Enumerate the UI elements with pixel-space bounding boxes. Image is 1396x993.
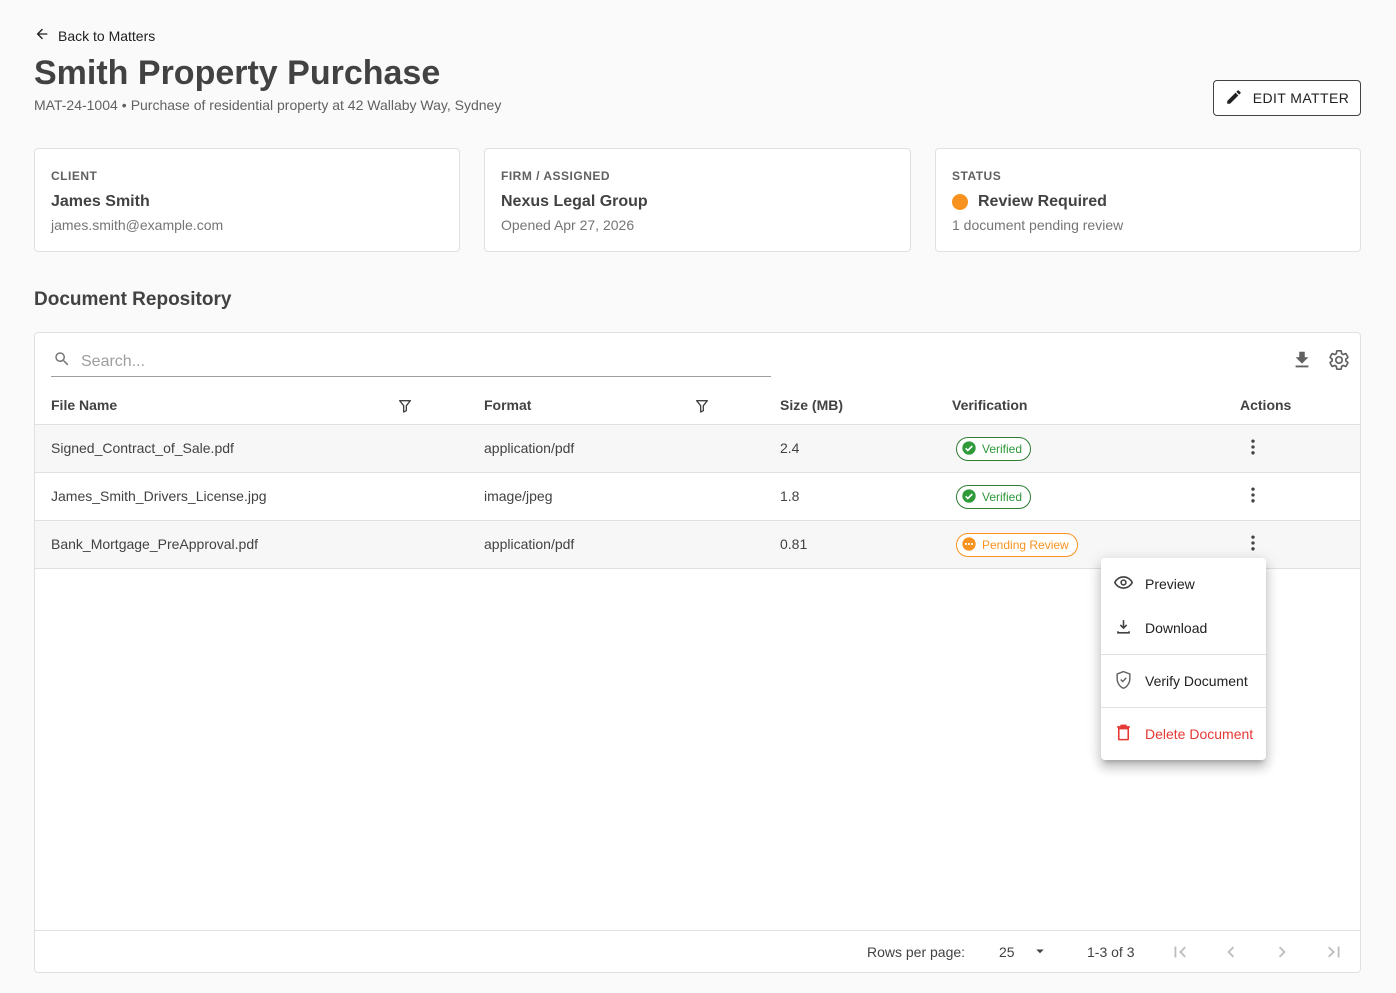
firm-card-label: FIRM / ASSIGNED xyxy=(501,169,611,183)
search-box xyxy=(51,347,771,377)
file-name-cell: Signed_Contract_of_Sale.pdf xyxy=(51,440,234,456)
status-badge: Pending Review xyxy=(956,533,1078,557)
menu-item-delete[interactable]: Delete Document xyxy=(1101,712,1266,756)
status-detail: 1 document pending review xyxy=(952,217,1124,233)
menu-item-download[interactable]: Download xyxy=(1101,606,1266,650)
menu-item-label: Verify Document xyxy=(1145,673,1248,689)
size-cell: 1.8 xyxy=(780,488,800,504)
grid-pagination: Rows per page: 25 1-3 of 3 xyxy=(35,930,1360,972)
check-circle-icon xyxy=(961,440,977,459)
format-cell: application/pdf xyxy=(484,536,575,552)
status-text: Review Required xyxy=(978,193,1107,210)
next-page-button[interactable] xyxy=(1271,941,1293,963)
status-badge-label: Pending Review xyxy=(982,538,1069,552)
pagination-range: 1-3 of 3 xyxy=(1087,944,1135,960)
format-cell: image/jpeg xyxy=(484,488,553,504)
last-page-icon xyxy=(1323,946,1345,967)
back-to-matters-link[interactable]: Back to Matters xyxy=(34,26,155,45)
grid-header-row: File Name Format Size (MB) Verification … xyxy=(35,385,1360,425)
status-card: STATUS Review Required 1 document pendin… xyxy=(935,148,1361,252)
menu-item-preview[interactable]: Preview xyxy=(1101,562,1266,606)
pencil-icon xyxy=(1225,88,1243,109)
table-row[interactable]: Signed_Contract_of_Sale.pdf application/… xyxy=(35,425,1360,473)
file-name-cell: Bank_Mortgage_PreApproval.pdf xyxy=(51,536,259,552)
column-header-actions: Actions xyxy=(1240,397,1292,413)
menu-item-label: Download xyxy=(1145,620,1208,636)
subtitle-separator: • xyxy=(121,97,127,113)
eye-icon xyxy=(1113,573,1134,595)
opened-date: Opened Apr 27, 2026 xyxy=(501,217,635,233)
column-header-format[interactable]: Format xyxy=(484,397,531,413)
edit-matter-button[interactable]: EDIT MATTER xyxy=(1213,80,1361,116)
download-icon xyxy=(1291,351,1313,375)
matter-subtitle: MAT-24-1004 • Purchase of residential prop… xyxy=(34,97,501,113)
table-row[interactable]: James_Smith_Drivers_License.jpg image/jp… xyxy=(35,473,1360,521)
settings-button[interactable] xyxy=(1328,349,1350,371)
previous-page-button[interactable] xyxy=(1220,941,1242,963)
more-vert-icon xyxy=(1243,485,1263,510)
filter-icon[interactable] xyxy=(694,398,710,414)
firm-card: FIRM / ASSIGNED Nexus Legal Group Opened… xyxy=(484,148,911,252)
menu-item-label: Preview xyxy=(1145,576,1195,592)
more-vert-icon xyxy=(1243,533,1263,558)
page-title: Smith Property Purchase xyxy=(34,54,441,92)
shield-check-icon xyxy=(1114,670,1133,692)
check-circle-icon xyxy=(961,488,977,507)
client-email: james.smith@example.com xyxy=(51,217,224,233)
edit-matter-label: EDIT MATTER xyxy=(1252,90,1350,106)
status-badge: Verified xyxy=(956,437,1032,461)
client-card-label: CLIENT xyxy=(51,169,98,183)
search-input[interactable] xyxy=(81,352,741,371)
column-header-size[interactable]: Size (MB) xyxy=(780,397,843,413)
client-card: CLIENT James Smith james.smith@example.c… xyxy=(34,148,460,252)
row-actions-button[interactable] xyxy=(1243,438,1263,460)
column-header-file-name[interactable]: File Name xyxy=(51,397,117,413)
format-cell: application/pdf xyxy=(484,440,575,456)
back-link-label: Back to Matters xyxy=(58,27,156,44)
menu-divider xyxy=(1101,707,1266,708)
menu-item-verify[interactable]: Verify Document xyxy=(1101,659,1266,703)
column-header-verification[interactable]: Verification xyxy=(952,397,1027,413)
export-button[interactable] xyxy=(1291,349,1313,371)
trash-icon xyxy=(1114,723,1133,745)
status-card-label: STATUS xyxy=(952,169,1002,183)
first-page-icon xyxy=(1169,946,1191,967)
size-cell: 0.81 xyxy=(780,536,808,552)
size-cell: 2.4 xyxy=(780,440,800,456)
last-page-button[interactable] xyxy=(1323,941,1345,963)
section-title: Document Repository xyxy=(34,289,232,310)
status-badge-label: Verified xyxy=(982,442,1023,456)
status-dot-icon xyxy=(952,194,968,210)
matter-description: Purchase of residential property at 42 W… xyxy=(130,97,502,113)
chevron-left-icon xyxy=(1220,946,1242,967)
rows-per-page-select[interactable]: 25 xyxy=(999,939,1049,965)
caret-down-icon xyxy=(1031,942,1049,963)
download-icon xyxy=(1114,617,1133,639)
pending-icon xyxy=(961,536,977,555)
status-badge-label: Verified xyxy=(982,490,1023,504)
more-vert-icon xyxy=(1243,437,1263,462)
grid-toolbar xyxy=(35,333,1360,385)
status-badge: Verified xyxy=(956,485,1032,509)
row-actions-button[interactable] xyxy=(1243,486,1263,508)
row-actions-menu: Preview Download Verify Document Delete … xyxy=(1101,558,1266,760)
search-icon xyxy=(51,350,71,373)
client-name: James Smith xyxy=(51,193,150,210)
status-line: Review Required xyxy=(952,193,1344,211)
rows-per-page-value: 25 xyxy=(999,944,1015,960)
menu-item-label: Delete Document xyxy=(1145,726,1254,742)
row-actions-button[interactable] xyxy=(1243,534,1263,556)
filter-icon[interactable] xyxy=(397,398,413,414)
matter-id: MAT-24-1004 xyxy=(34,97,118,113)
file-name-cell: James_Smith_Drivers_License.jpg xyxy=(51,488,267,504)
first-page-button[interactable] xyxy=(1169,941,1191,963)
arrow-left-icon xyxy=(34,26,50,45)
menu-divider xyxy=(1101,654,1266,655)
firm-name: Nexus Legal Group xyxy=(501,193,648,210)
gear-icon xyxy=(1328,350,1350,375)
rows-per-page-label: Rows per page: xyxy=(867,944,966,960)
chevron-right-icon xyxy=(1271,946,1293,967)
